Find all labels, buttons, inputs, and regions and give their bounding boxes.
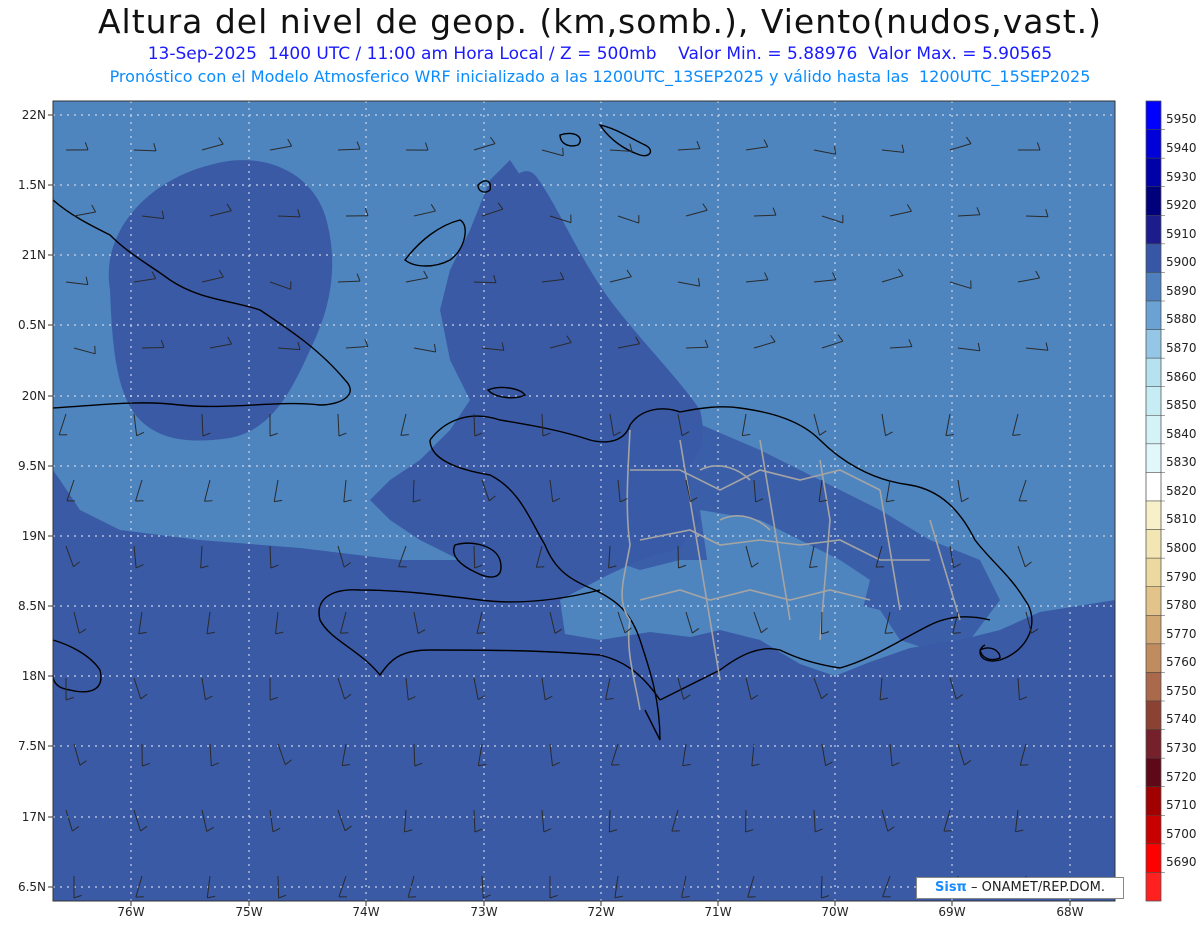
colorbar-swatch (1145, 700, 1162, 730)
wind-barb-feather (340, 632, 349, 634)
lon-label: 71W (704, 905, 732, 919)
colorbar-level-label: 5740 (1166, 712, 1197, 727)
colorbar-swatch (1145, 157, 1162, 187)
colorbar-level-label: 5690 (1166, 855, 1197, 870)
wind-barb-shaft (473, 545, 476, 569)
lat-label: 1.5N (17, 178, 46, 192)
colorbar-level-label: 5760 (1166, 655, 1197, 670)
colorbar-level-label: 5870 (1166, 341, 1197, 355)
colorbar-level-label: 5810 (1166, 512, 1197, 527)
colorbar-swatch (1145, 615, 1162, 645)
colorbar-level-label: 5700 (1166, 826, 1197, 841)
colorbar-swatch (1145, 557, 1162, 587)
colorbar-level-label: 5900 (1166, 255, 1197, 270)
colorbar-swatch (1145, 500, 1162, 530)
colorbar-swatch (1145, 129, 1162, 159)
colorbar-swatch (1145, 100, 1162, 130)
colorbar-swatch (1145, 586, 1162, 616)
colorbar-swatch (1145, 300, 1162, 330)
colorbar-swatch (1145, 643, 1162, 673)
colorbar-level-label: 5710 (1166, 798, 1197, 813)
colorbar-level-label: 5940 (1166, 141, 1197, 155)
colorbar-level-label: 5840 (1166, 426, 1197, 441)
wind-barb-feather (536, 566, 545, 568)
lat-label: 22N (21, 108, 46, 122)
lon-label: 76W (117, 905, 145, 919)
colorbar-level-label: 5920 (1166, 198, 1197, 213)
wind-barb-shaft (820, 875, 823, 899)
lat-label: 20N (21, 389, 46, 403)
colorbar-level-label: 5720 (1166, 769, 1197, 784)
wind-barb-shaft (608, 809, 611, 833)
colorbar-level-label: 5950 (1166, 112, 1197, 127)
lat-label: 17N (21, 810, 46, 824)
wind-barb-feather (562, 147, 564, 156)
colorbar-swatch (1145, 186, 1162, 216)
wind-barb-shaft (277, 875, 280, 899)
sispi-logo: Sisπ (935, 880, 967, 895)
colorbar-level-label: 5830 (1166, 455, 1197, 470)
lat-label: 19N (21, 529, 46, 543)
lon-label: 73W (470, 905, 498, 919)
colorbar-swatch (1145, 529, 1162, 559)
colorbar-level-label: 5770 (1166, 626, 1197, 641)
colorbar-swatch (1145, 357, 1162, 387)
lat-label: 8.5N (17, 599, 46, 613)
lat-label: 0.5N (17, 318, 46, 332)
credit-box: Sisπ – ONAMET/REP.DOM. (916, 877, 1124, 899)
lat-label: 18N (21, 669, 46, 683)
lon-label: 68W (1056, 905, 1084, 919)
colorbar-swatch (1145, 472, 1162, 502)
wind-barb-feather (204, 500, 213, 502)
lon-label: 69W (938, 905, 966, 919)
colorbar-swatch (1145, 786, 1162, 816)
colorbar-swatch (1145, 215, 1162, 245)
colorbar-level-label: 5860 (1166, 369, 1197, 384)
colorbar-swatch (1145, 272, 1162, 302)
lat-label: 9.5N (17, 459, 46, 473)
credit-text: – ONAMET/REP.DOM. (966, 880, 1105, 895)
colorbar (1145, 100, 1165, 902)
lon-label: 74W (352, 905, 380, 919)
wind-barb-feather (1012, 434, 1021, 436)
colorbar-swatch (1145, 443, 1162, 473)
lon-label: 75W (235, 905, 263, 919)
colorbar-swatch (1145, 872, 1162, 902)
colorbar-level-label: 5910 (1166, 226, 1197, 241)
colorbar-swatch (1145, 757, 1162, 787)
colorbar-swatch (1145, 815, 1162, 845)
colorbar-level-label: 5930 (1166, 169, 1197, 184)
geopotential-map (48, 100, 1165, 906)
colorbar-level-label: 5850 (1166, 398, 1197, 413)
colorbar-swatch (1145, 729, 1162, 759)
colorbar-level-label: 5730 (1166, 741, 1197, 755)
wind-barb-feather (1020, 764, 1029, 766)
lat-label: 7.5N (17, 739, 46, 753)
colorbar-level-label: 5790 (1166, 569, 1197, 584)
colorbar-level-label: 5750 (1166, 683, 1197, 698)
colorbar-level-label: 5890 (1166, 283, 1197, 298)
colorbar-level-label: 5780 (1166, 598, 1197, 613)
colorbar-level-label: 5820 (1166, 483, 1197, 498)
colorbar-swatch (1145, 243, 1162, 273)
colorbar-level-label: 5800 (1166, 541, 1197, 555)
lon-label: 70W (821, 905, 849, 919)
colorbar-swatch (1145, 843, 1162, 873)
lat-label: 6.5N (17, 880, 46, 894)
lon-label: 72W (587, 905, 615, 919)
wind-barb-shaft (820, 611, 823, 635)
wind-barb-feather (952, 632, 961, 634)
lat-label: 21N (21, 248, 46, 262)
colorbar-swatch (1145, 329, 1162, 359)
colorbar-swatch (1145, 672, 1162, 702)
colorbar-swatch (1145, 415, 1162, 445)
colorbar-swatch (1145, 386, 1162, 416)
colorbar-level-label: 5880 (1166, 312, 1197, 327)
